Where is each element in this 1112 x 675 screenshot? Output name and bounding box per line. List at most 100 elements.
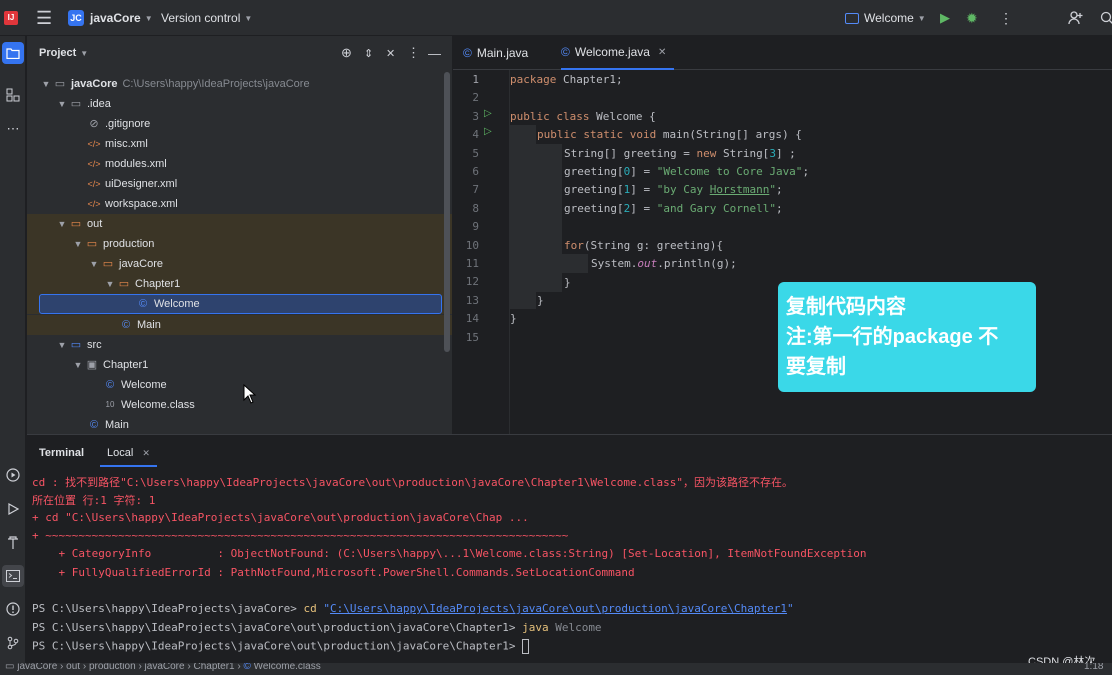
binary-file-icon: 10 xyxy=(105,400,115,409)
code-token: ; xyxy=(775,183,783,196)
cursor-position[interactable]: 1:18 xyxy=(1084,663,1103,672)
xml-file-icon: </> xyxy=(87,139,101,149)
options-icon[interactable]: ⋮ xyxy=(407,45,420,61)
run-config-selector[interactable]: Welcome ▼ xyxy=(845,0,926,36)
terminal-prompt-line[interactable]: PS C:\Users\happy\IdeaProjects\javaCore\… xyxy=(32,639,530,654)
run-config-label: Welcome xyxy=(864,11,914,25)
line-number: 2 xyxy=(472,91,479,104)
tree-node-welcome-class-file[interactable]: 10 Welcome.class xyxy=(27,395,452,415)
tree-node-out[interactable]: ▼ ▭ out xyxy=(27,214,452,234)
tree-node-main-class-output[interactable]: © Main xyxy=(27,315,452,335)
git-tool-icon[interactable] xyxy=(2,632,24,654)
tab-welcome-java[interactable]: © Welcome.java ✕ xyxy=(561,36,675,70)
chevron-down-icon[interactable]: ▼ xyxy=(55,219,69,229)
breadcrumb-item[interactable]: out xyxy=(66,663,80,672)
app-logo-icon[interactable]: IJ xyxy=(4,0,18,36)
chevron-down-icon[interactable]: ▼ xyxy=(103,279,117,289)
code-token: args xyxy=(755,128,783,141)
chevron-down-icon[interactable]: ▼ xyxy=(55,340,69,350)
breadcrumb-item[interactable]: Chapter1 xyxy=(193,663,234,672)
line-number: 11 xyxy=(465,257,479,270)
terminal-tool-icon[interactable] xyxy=(2,565,24,587)
title-bar: IJ ☰ JC javaCore ▼ Version control ▼ Wel… xyxy=(0,0,1112,36)
terminal-prompt-line: PS C:\Users\happy\IdeaProjects\javaCore\… xyxy=(32,621,602,634)
tree-node-idea[interactable]: ▼ ▭ .idea xyxy=(27,94,452,114)
code-token: for xyxy=(564,239,584,252)
run-icon[interactable]: ▶ xyxy=(940,0,950,36)
line-number: 12 xyxy=(465,275,479,288)
indent-guide xyxy=(536,144,562,292)
tree-node-welcome-source[interactable]: © Welcome xyxy=(27,375,452,395)
project-switcher[interactable]: JC javaCore ▼ xyxy=(68,0,153,36)
code-line-8: greeting[2] = "and Gary Cornell"; xyxy=(564,202,783,215)
chevron-down-icon[interactable]: ▼ xyxy=(87,259,101,269)
add-user-icon[interactable] xyxy=(1068,0,1084,36)
main-menu-icon[interactable]: ☰ xyxy=(36,0,52,36)
tree-node-chapter1-output[interactable]: ▼ ▭ Chapter1 xyxy=(27,274,452,294)
breadcrumb[interactable]: ▭ javaCore › out › production › javaCore… xyxy=(5,663,321,672)
tree-node-welcome-class-selected[interactable]: © Welcome xyxy=(39,294,442,314)
tree-node-misc-xml[interactable]: </> misc.xml xyxy=(27,134,452,154)
editor-tabs: © Main.java © Welcome.java ✕ xyxy=(453,36,1112,70)
tree-node-gitignore[interactable]: ⊘ .gitignore xyxy=(27,114,452,134)
search-icon[interactable] xyxy=(1100,0,1112,36)
tab-terminal-local[interactable]: Local ✕ xyxy=(100,439,157,467)
tab-main-java[interactable]: © Main.java xyxy=(463,36,528,70)
prompt-text: PS C:\Users\happy\IdeaProjects\javaCore\… xyxy=(32,639,523,653)
debug-icon[interactable]: ✹ xyxy=(966,0,978,36)
path-link[interactable]: C:\Users\happy\IdeaProjects\javaCore\out… xyxy=(330,602,787,615)
breadcrumb-item[interactable]: Welcome.class xyxy=(254,663,321,672)
breadcrumb-item[interactable]: javaCore xyxy=(145,663,185,672)
tree-node-project-root[interactable]: ▼ ▭ javaCore C:\Users\happy\IdeaProjects… xyxy=(27,74,452,94)
hide-panel-icon[interactable]: — xyxy=(428,46,441,61)
chevron-down-icon[interactable]: ▼ xyxy=(71,239,85,249)
tree-node-main-source[interactable]: © Main xyxy=(27,415,452,434)
code-token: new xyxy=(696,147,717,160)
line-number: 3 xyxy=(472,110,479,123)
more-actions-icon[interactable]: ⋮ xyxy=(999,0,1013,36)
chevron-down-icon[interactable]: ▼ xyxy=(80,49,88,58)
run-gutter-icon[interactable]: ▷ xyxy=(484,126,492,137)
code-token: String[] greeting = xyxy=(564,147,697,160)
build-tool-icon[interactable] xyxy=(2,532,24,554)
code-token: System. xyxy=(591,257,638,270)
close-icon[interactable]: ✕ xyxy=(142,448,150,458)
tree-node-production[interactable]: ▼ ▭ production xyxy=(27,234,452,254)
collapse-all-icon[interactable]: ✕ xyxy=(386,47,395,60)
project-panel-title[interactable]: Project xyxy=(39,47,76,59)
tab-label: Welcome.java xyxy=(574,45,650,59)
problems-tool-icon[interactable] xyxy=(2,598,24,620)
chevron-down-icon[interactable]: ▼ xyxy=(39,79,53,89)
project-scrollbar[interactable] xyxy=(444,72,450,352)
tree-node-javacore-output[interactable]: ▼ ▭ javaCore xyxy=(27,254,452,274)
tree-node-label: Welcome.class xyxy=(121,399,195,411)
tree-node-workspace-xml[interactable]: </> workspace.xml xyxy=(27,194,452,214)
tree-node-chapter1-package[interactable]: ▼ ▣ Chapter1 xyxy=(27,355,452,375)
code-line-6: greeting[0] = "Welcome to Core Java"; xyxy=(564,165,809,178)
tree-node-src[interactable]: ▼ ▭ src xyxy=(27,335,452,355)
run-tool-icon[interactable] xyxy=(2,498,24,520)
locate-icon[interactable]: ⊕ xyxy=(341,45,352,61)
vcs-menu[interactable]: Version control ▼ xyxy=(161,0,252,36)
tree-node-modules-xml[interactable]: </> modules.xml xyxy=(27,154,452,174)
breadcrumb-item[interactable]: javaCore xyxy=(17,663,57,672)
close-icon[interactable]: ✕ xyxy=(658,47,666,58)
tree-node-uidesigner-xml[interactable]: </> uiDesigner.xml xyxy=(27,174,452,194)
structure-tool-icon[interactable] xyxy=(2,84,24,106)
breadcrumb-item[interactable]: production xyxy=(89,663,136,672)
chevron-down-icon[interactable]: ▼ xyxy=(71,360,85,370)
gutter-divider xyxy=(509,70,510,434)
code-line-7: greeting[1] = "by Cay Horstmann"; xyxy=(564,183,783,196)
code-token: main(String[] xyxy=(656,128,756,141)
chevron-down-icon[interactable]: ▼ xyxy=(55,99,69,109)
code-token: "by Cay xyxy=(656,183,710,196)
expand-all-icon[interactable]: ⇕ xyxy=(364,47,373,60)
run-config-icon xyxy=(845,12,859,24)
terminal-header: Terminal Local ✕ xyxy=(27,435,1112,467)
project-tool-icon[interactable] xyxy=(2,42,24,64)
terminal-output-line: 所在位置 行:1 字符: 1 xyxy=(32,494,156,507)
run-gutter-icon[interactable]: ▷ xyxy=(484,108,492,119)
services-tool-icon[interactable] xyxy=(2,464,24,486)
more-tools-icon[interactable]: ⋯ xyxy=(2,118,24,140)
class-icon: © xyxy=(121,319,131,331)
